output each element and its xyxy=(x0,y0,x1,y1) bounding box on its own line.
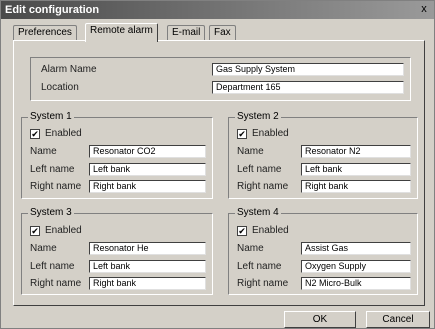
alarm-name-label: Alarm Name xyxy=(41,64,97,75)
system-2-left-name-field[interactable]: Left bank xyxy=(301,163,411,176)
edit-configuration-dialog: Edit configuration x Preferences Remote … xyxy=(0,0,435,329)
remote-alarm-panel: Alarm Name Gas Supply System Location De… xyxy=(13,40,425,306)
system-4-left-name-label: Left name xyxy=(237,261,282,272)
system-3-enabled-label: Enabled xyxy=(45,225,82,236)
system-1-enabled-label: Enabled xyxy=(45,128,82,139)
system-2-name-label: Name xyxy=(237,146,264,157)
system-3-group: System 3 ✔ Enabled Name Resonator He Lef… xyxy=(21,207,213,295)
system-3-name-field[interactable]: Resonator He xyxy=(89,242,206,255)
system-2-title: System 2 xyxy=(235,111,281,122)
system-2-enabled-label: Enabled xyxy=(252,128,289,139)
system-1-name-label: Name xyxy=(30,146,57,157)
system-1-name-field[interactable]: Resonator CO2 xyxy=(89,145,206,158)
system-4-left-name-field[interactable]: Oxygen Supply xyxy=(301,260,411,273)
window-title: Edit configuration xyxy=(5,4,100,16)
alarm-info-box: Alarm Name Gas Supply System Location De… xyxy=(30,57,411,101)
system-4-enabled-label: Enabled xyxy=(252,225,289,236)
system-3-left-name-label: Left name xyxy=(30,261,75,272)
system-4-name-field[interactable]: Assist Gas xyxy=(301,242,411,255)
system-4-right-name-label: Right name xyxy=(237,278,289,289)
system-2-left-name-label: Left name xyxy=(237,164,282,175)
alarm-name-field[interactable]: Gas Supply System xyxy=(212,63,404,76)
system-3-left-name-field[interactable]: Left bank xyxy=(89,260,206,273)
system-1-left-name-field[interactable]: Left bank xyxy=(89,163,206,176)
system-1-left-name-label: Left name xyxy=(30,164,75,175)
tab-preferences[interactable]: Preferences xyxy=(13,25,77,41)
system-2-enabled-checkbox[interactable]: ✔ xyxy=(237,129,247,139)
system-1-enabled-checkbox[interactable]: ✔ xyxy=(30,129,40,139)
system-3-right-name-field[interactable]: Right bank xyxy=(89,277,206,290)
system-3-enabled-checkbox[interactable]: ✔ xyxy=(30,226,40,236)
system-2-right-name-label: Right name xyxy=(237,181,289,192)
system-4-right-name-field[interactable]: N2 Micro-Bulk xyxy=(301,277,411,290)
system-3-right-name-label: Right name xyxy=(30,278,82,289)
system-1-right-name-label: Right name xyxy=(30,181,82,192)
system-3-title: System 3 xyxy=(28,207,74,218)
ok-button[interactable]: OK xyxy=(284,311,356,328)
system-4-enabled-checkbox[interactable]: ✔ xyxy=(237,226,247,236)
system-4-group: System 4 ✔ Enabled Name Assist Gas Left … xyxy=(228,207,418,295)
system-4-title: System 4 xyxy=(235,207,281,218)
tab-remote-alarm[interactable]: Remote alarm xyxy=(85,23,158,42)
title-bar: Edit configuration x xyxy=(1,1,434,19)
tab-fax[interactable]: Fax xyxy=(209,25,236,41)
location-label: Location xyxy=(41,82,79,93)
cancel-button[interactable]: Cancel xyxy=(366,311,430,328)
system-2-right-name-field[interactable]: Right bank xyxy=(301,180,411,193)
system-2-name-field[interactable]: Resonator N2 xyxy=(301,145,411,158)
location-field[interactable]: Department 165 xyxy=(212,81,404,94)
system-1-group: System 1 ✔ Enabled Name Resonator CO2 Le… xyxy=(21,111,213,199)
tab-email[interactable]: E-mail xyxy=(167,25,206,41)
system-1-title: System 1 xyxy=(28,111,74,122)
system-2-group: System 2 ✔ Enabled Name Resonator N2 Lef… xyxy=(228,111,418,199)
system-3-name-label: Name xyxy=(30,243,57,254)
system-1-right-name-field[interactable]: Right bank xyxy=(89,180,206,193)
close-icon[interactable]: x xyxy=(417,3,431,16)
system-4-name-label: Name xyxy=(237,243,264,254)
